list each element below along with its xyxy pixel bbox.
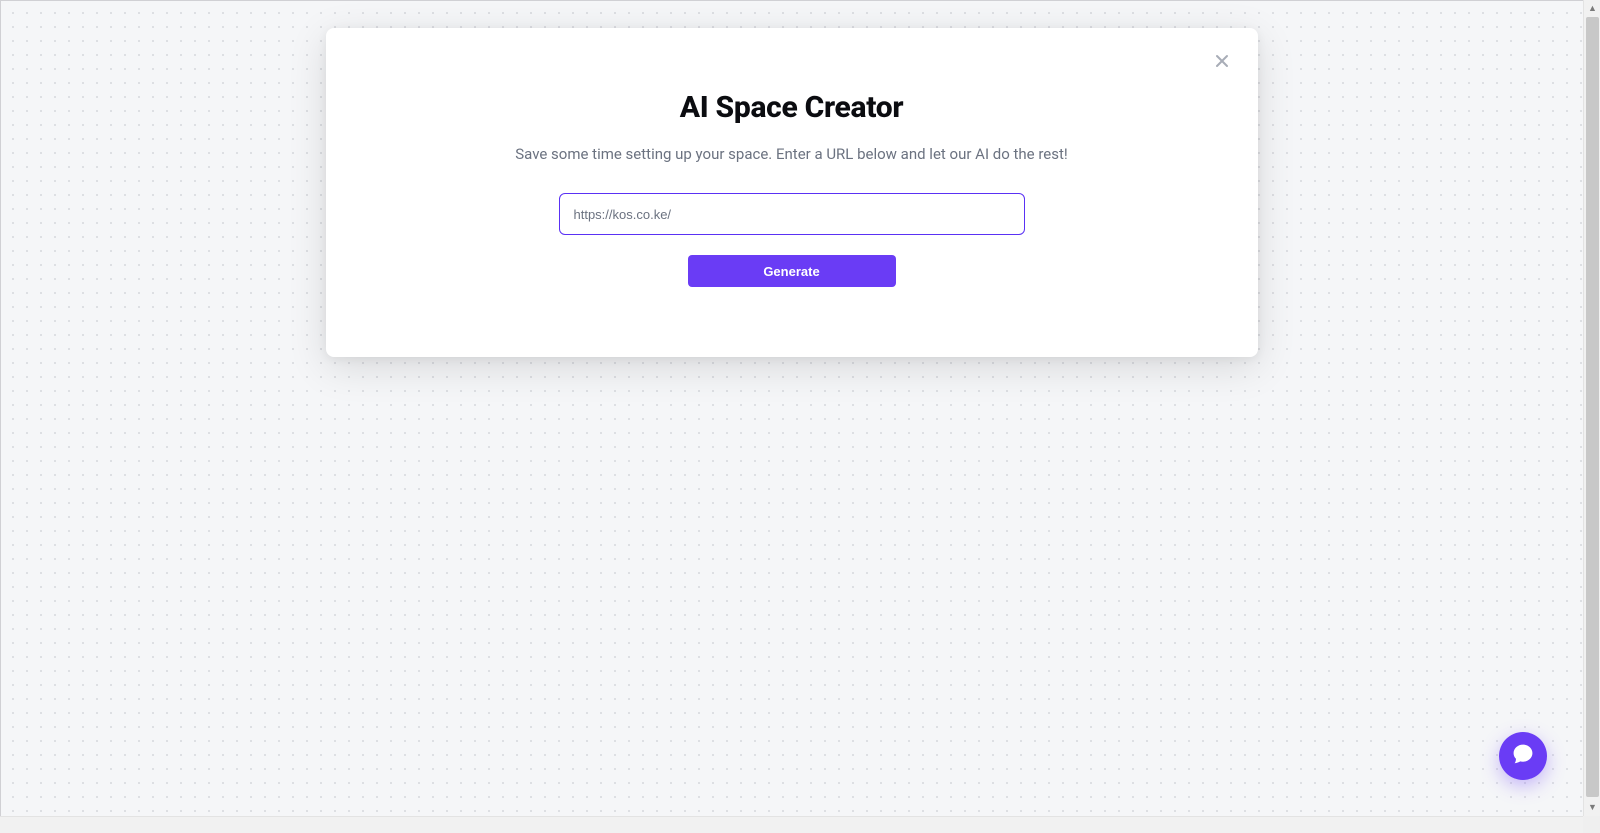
close-icon — [1214, 53, 1230, 72]
ai-space-creator-modal: AI Space Creator Save some time setting … — [326, 28, 1258, 357]
scroll-up-arrow-icon[interactable]: ▲ — [1584, 0, 1600, 17]
horizontal-scrollbar[interactable] — [0, 816, 1583, 833]
scroll-down-arrow-icon[interactable]: ▼ — [1584, 799, 1600, 816]
content-area: AI Space Creator Save some time setting … — [0, 0, 1583, 816]
url-input-wrap — [366, 193, 1218, 235]
modal-title: AI Space Creator — [366, 90, 1218, 125]
generate-button-wrap: Generate — [366, 255, 1218, 287]
vertical-scrollbar[interactable]: ▲ ▼ — [1583, 0, 1600, 816]
chat-icon — [1511, 742, 1535, 770]
vertical-scroll-thumb[interactable] — [1586, 17, 1599, 797]
generate-button[interactable]: Generate — [688, 255, 896, 287]
scrollbar-corner — [1583, 816, 1600, 833]
chat-widget-button[interactable] — [1499, 732, 1547, 780]
close-button[interactable] — [1208, 48, 1236, 76]
modal-subtitle: Save some time setting up your space. En… — [366, 145, 1218, 163]
url-input[interactable] — [559, 193, 1025, 235]
